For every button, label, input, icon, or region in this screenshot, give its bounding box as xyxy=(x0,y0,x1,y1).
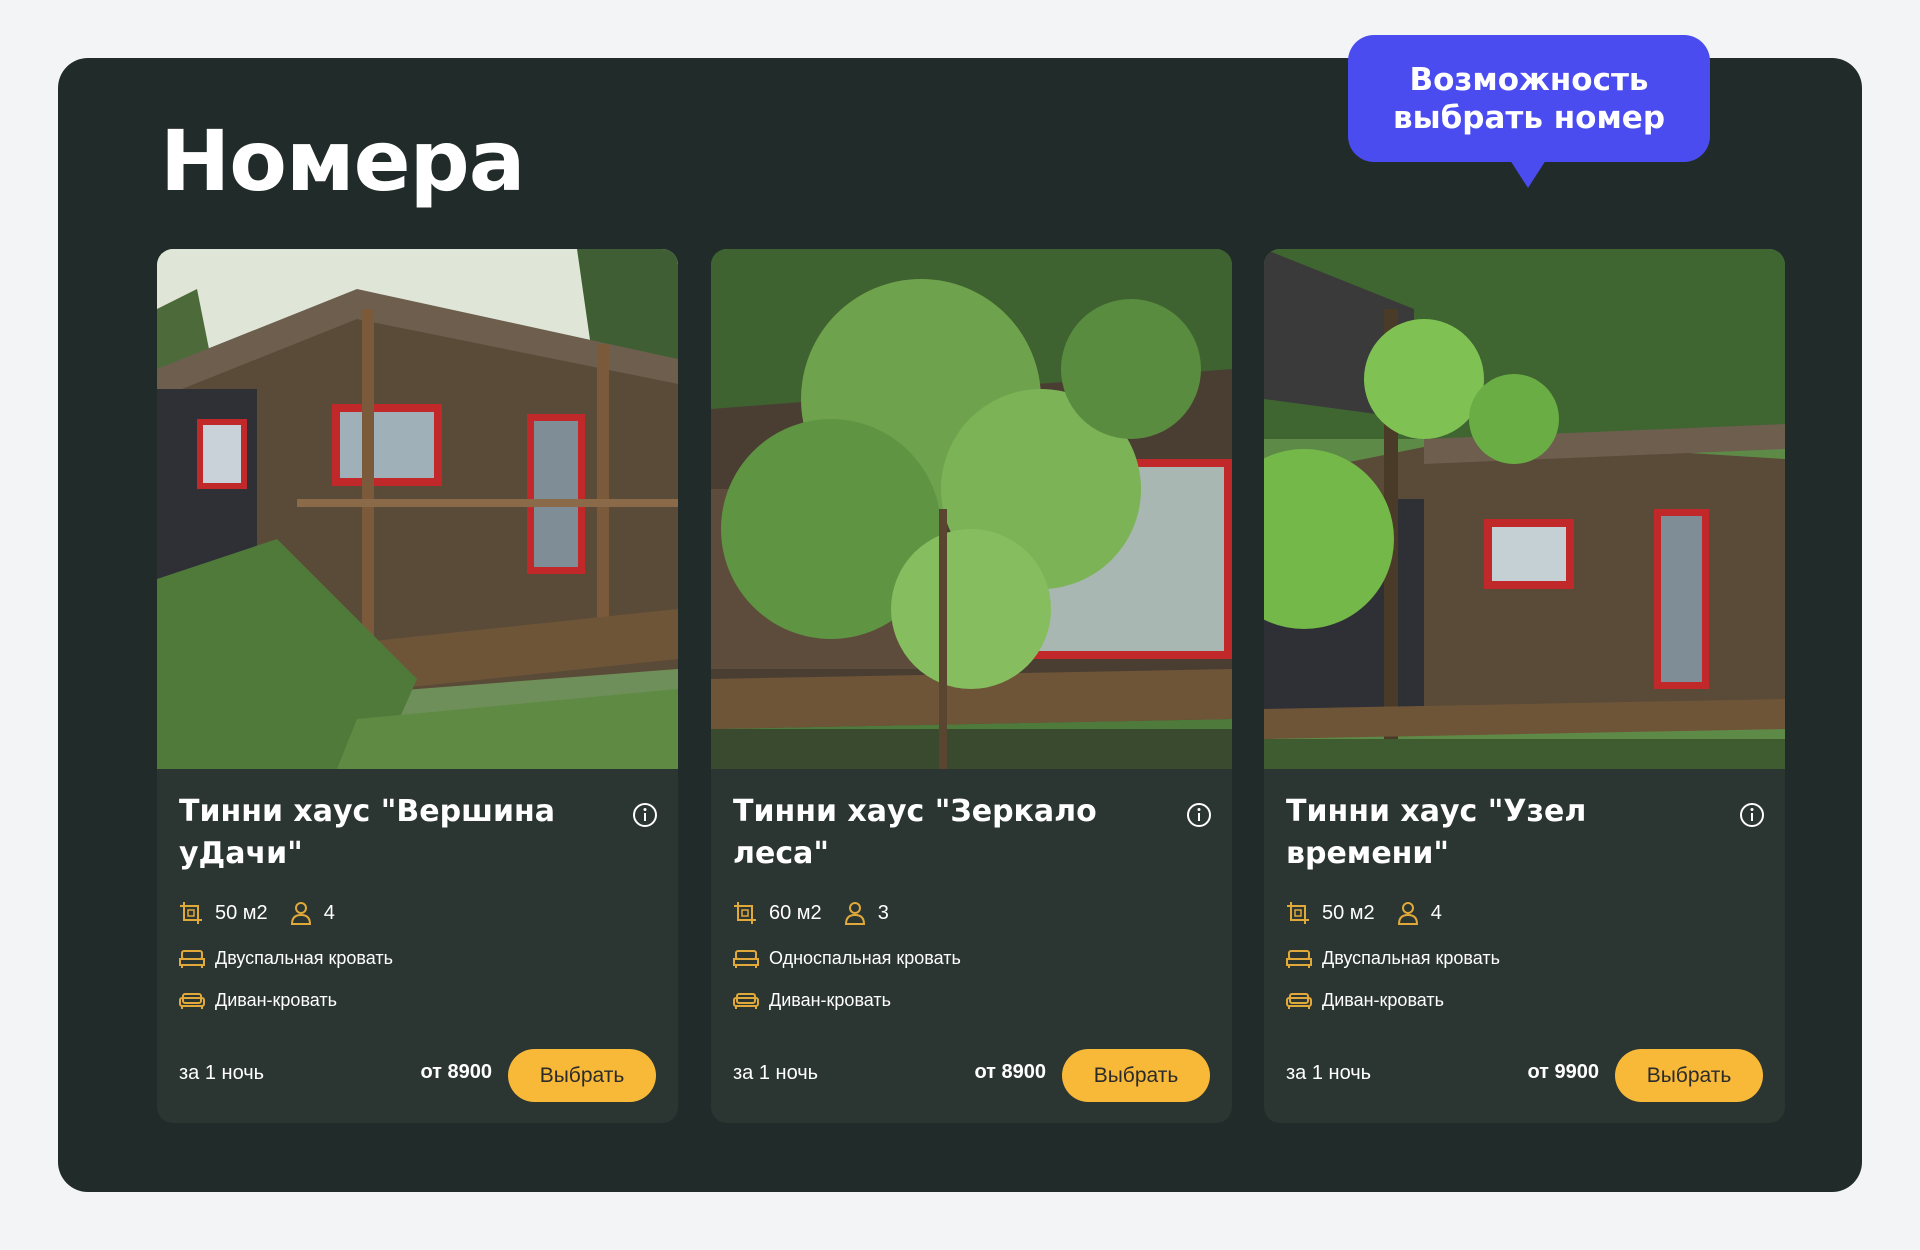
sofa-icon xyxy=(1286,992,1312,1009)
room-title: Тинни хаус "Узел времени" xyxy=(1286,794,1587,871)
sofa-icon xyxy=(733,992,759,1009)
room-photo[interactable] xyxy=(711,249,1232,769)
select-button[interactable]: Выбрать xyxy=(1615,1049,1763,1102)
room-photo[interactable] xyxy=(157,249,678,769)
bed-label: Двуспальная кровать xyxy=(1322,948,1500,968)
room-price: от 8900 xyxy=(974,1061,1046,1083)
select-button[interactable]: Выбрать xyxy=(1062,1049,1210,1102)
area-icon xyxy=(180,902,202,924)
bed-feature: Односпальная кровать xyxy=(733,948,961,969)
callout-pointer xyxy=(1510,160,1546,188)
room-price: от 9900 xyxy=(1527,1061,1599,1083)
callout-line-2: выбрать номер xyxy=(1392,100,1666,136)
room-title: Тинни хаус "Вершина уДачи" xyxy=(179,794,555,871)
area-icon xyxy=(734,902,756,924)
room-card: Тинни хаус "Зеркало леса" 60 м2 3 Односп… xyxy=(711,249,1232,1123)
room-guests: 4 xyxy=(323,901,335,924)
per-night-label: за 1 ночь xyxy=(179,1062,265,1084)
info-icon[interactable] xyxy=(632,802,658,828)
room-specs: 50 м2 4 xyxy=(179,901,335,925)
guest-icon xyxy=(1397,902,1418,925)
room-title: Тинни хаус "Зеркало леса" xyxy=(733,794,1097,871)
room-specs: 60 м2 3 xyxy=(733,901,889,925)
room-area: 50 м2 xyxy=(215,901,268,924)
per-night-label: за 1 ночь xyxy=(733,1062,819,1084)
guest-icon xyxy=(844,902,865,925)
sofa-feature: Диван-кровать xyxy=(179,990,337,1011)
room-card: Тинни хаус "Узел времени" 50 м2 4 Двуспа… xyxy=(1264,249,1785,1123)
per-night-label: за 1 ночь xyxy=(1286,1062,1372,1084)
bed-icon xyxy=(733,949,759,968)
guest-icon xyxy=(290,902,311,925)
room-guests: 3 xyxy=(877,901,889,924)
sofa-label: Диван-кровать xyxy=(1322,990,1445,1010)
callout-badge: Возможность выбрать номер xyxy=(1348,35,1710,162)
info-icon[interactable] xyxy=(1186,802,1212,828)
room-photo[interactable] xyxy=(1264,249,1785,769)
room-card: Тинни хаус "Вершина уДачи" 50 м2 4 Двусп… xyxy=(157,249,678,1123)
bed-label: Двуспальная кровать xyxy=(215,948,393,968)
sofa-label: Диван-кровать xyxy=(215,990,338,1010)
room-specs: 50 м2 4 xyxy=(1286,901,1442,925)
sofa-feature: Диван-кровать xyxy=(733,990,891,1011)
sofa-feature: Диван-кровать xyxy=(1286,990,1444,1011)
page-title: Номера xyxy=(160,112,525,210)
bed-feature: Двуспальная кровать xyxy=(179,948,393,969)
room-guests: 4 xyxy=(1430,901,1442,924)
select-button[interactable]: Выбрать xyxy=(508,1049,656,1102)
bed-icon xyxy=(1286,949,1312,968)
room-area: 60 м2 xyxy=(769,901,822,924)
room-price: от 8900 xyxy=(420,1061,492,1083)
bed-icon xyxy=(179,949,205,968)
info-icon[interactable] xyxy=(1739,802,1765,828)
sofa-label: Диван-кровать xyxy=(769,990,892,1010)
callout-line-1: Возможность xyxy=(1409,62,1649,98)
sofa-icon xyxy=(179,992,205,1009)
bed-feature: Двуспальная кровать xyxy=(1286,948,1500,969)
area-icon xyxy=(1287,902,1309,924)
bed-label: Односпальная кровать xyxy=(769,948,961,968)
room-area: 50 м2 xyxy=(1322,901,1375,924)
